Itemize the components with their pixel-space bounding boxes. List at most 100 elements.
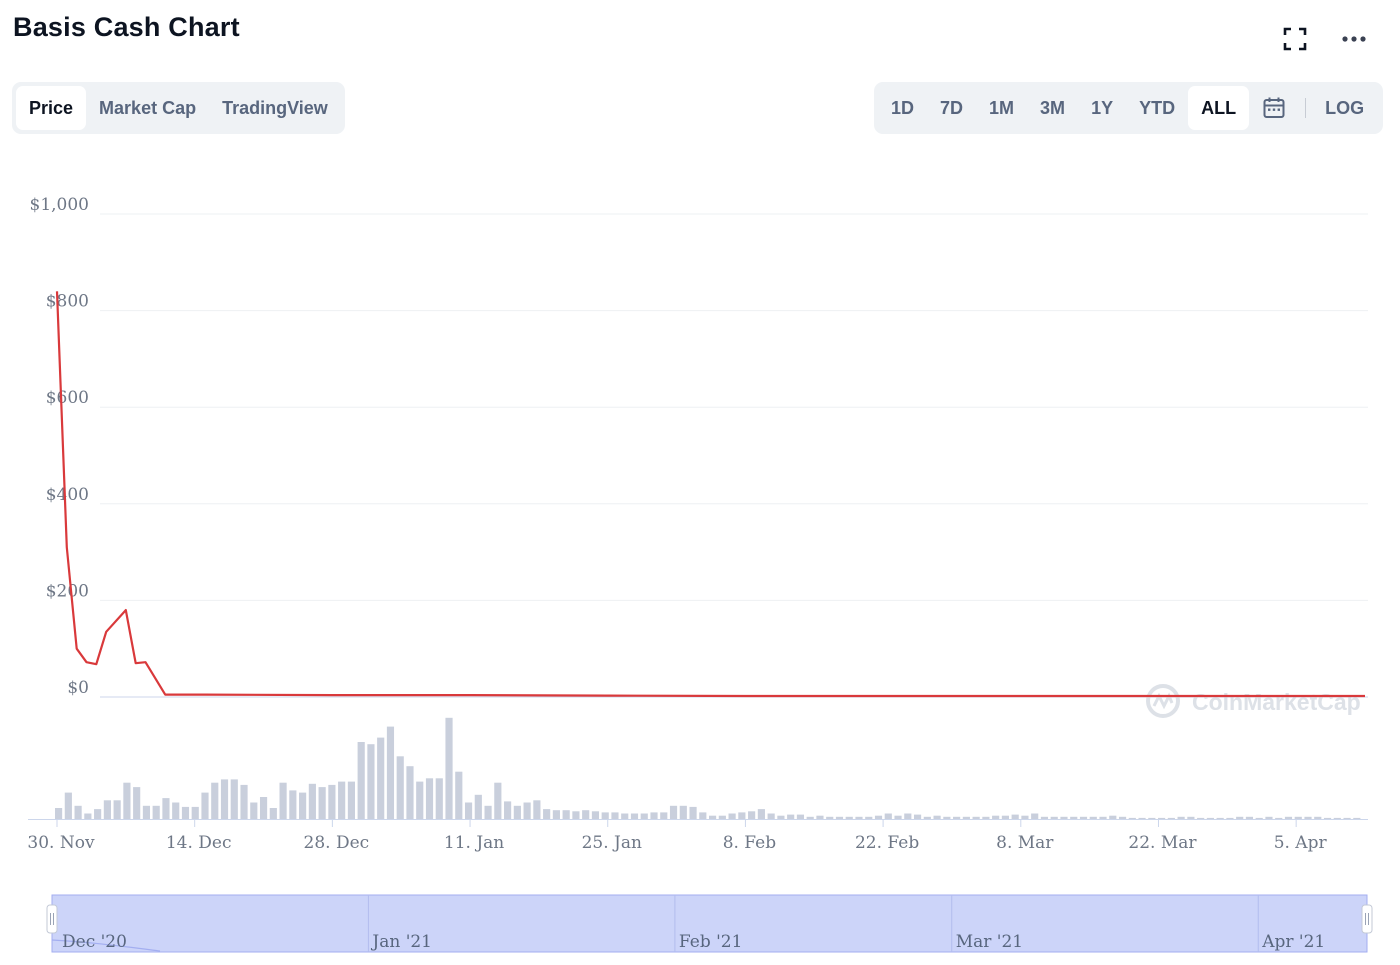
volume-bar xyxy=(1001,815,1009,819)
volume-bar xyxy=(699,812,707,819)
volume-bar xyxy=(474,794,482,819)
volume-bar xyxy=(103,800,111,819)
volume-bar xyxy=(240,784,248,819)
volume-bar xyxy=(152,805,160,819)
volume-bar xyxy=(64,792,72,819)
volume-bar xyxy=(1236,816,1244,819)
volume-bar xyxy=(425,778,434,819)
volume-bar xyxy=(806,816,814,819)
volume-bar xyxy=(357,742,365,819)
volume-bar xyxy=(123,782,131,819)
volume-bar xyxy=(133,787,141,819)
volume-bar xyxy=(445,717,453,819)
volume-bar xyxy=(855,816,863,819)
volume-bar xyxy=(259,797,268,819)
volume-bar xyxy=(972,816,980,819)
volume-bar xyxy=(591,811,600,819)
volume-bar xyxy=(1031,813,1039,819)
x-tick-label: 14. Dec xyxy=(166,833,232,853)
volume-bar xyxy=(523,802,531,819)
volume-bar xyxy=(1216,817,1224,819)
volume-bar xyxy=(396,756,404,819)
volume-bar xyxy=(1128,817,1136,819)
volume-bar xyxy=(621,813,629,819)
x-tick-label: 5. Apr xyxy=(1274,833,1328,853)
watermark-text: CoinMarketCap xyxy=(1192,689,1361,715)
volume-bar xyxy=(582,810,590,819)
volume-bar xyxy=(162,798,170,819)
volume-bar xyxy=(416,781,424,819)
x-tick-label: 22. Feb xyxy=(855,833,919,853)
volume-bar xyxy=(1070,816,1078,819)
volume-bar xyxy=(220,779,229,819)
y-tick-label: $200 xyxy=(46,581,89,601)
y-tick-label: $600 xyxy=(46,388,89,408)
volume-bar xyxy=(406,766,414,819)
volume-bar xyxy=(1265,816,1273,819)
volume-bar xyxy=(464,802,473,819)
navigator-handle-right[interactable] xyxy=(1361,904,1373,934)
volume-bar xyxy=(328,784,336,819)
volume-bar xyxy=(1158,817,1166,819)
volume-bar xyxy=(1089,816,1097,819)
volume-bar xyxy=(669,805,678,819)
volume-bar xyxy=(1060,816,1068,819)
y-tick-label: $800 xyxy=(46,292,89,312)
x-tick-label: 22. Mar xyxy=(1128,833,1197,853)
volume-bar xyxy=(757,809,765,819)
volume-bar xyxy=(1333,817,1341,819)
volume-bar xyxy=(113,800,121,819)
y-tick-label: $1,000 xyxy=(30,195,89,215)
volume-bar xyxy=(679,805,687,819)
volume-bar xyxy=(484,805,492,819)
volume-bar xyxy=(913,814,922,819)
volume-bar xyxy=(172,802,180,819)
volume-bar xyxy=(230,779,238,819)
volume-bar xyxy=(494,782,502,819)
volume-bar xyxy=(367,744,375,819)
volume-bar xyxy=(1079,816,1088,819)
volume-bar xyxy=(250,802,258,819)
volume-bar xyxy=(191,806,199,819)
volume-bar xyxy=(1021,815,1029,819)
volume-bar xyxy=(572,811,580,819)
navigator-handle-left[interactable] xyxy=(46,904,58,934)
navigator-label: Mar '21 xyxy=(956,932,1023,952)
volume-bar xyxy=(630,813,639,819)
volume-bar xyxy=(748,811,756,819)
volume-bar xyxy=(289,790,297,819)
x-tick-label: 8. Mar xyxy=(996,833,1054,853)
volume-bar xyxy=(835,816,844,819)
volume-bar xyxy=(299,792,307,819)
volume-bar xyxy=(709,815,717,819)
volume-bar xyxy=(1284,816,1293,819)
volume-bar xyxy=(767,813,775,819)
coinmarketcap-watermark: CoinMarketCap xyxy=(1146,684,1361,718)
volume-bar xyxy=(796,814,805,819)
volume-bar xyxy=(962,816,970,819)
volume-bar xyxy=(211,782,219,819)
volume-bar xyxy=(533,800,541,819)
volume-bar xyxy=(142,805,151,819)
volume-bar xyxy=(386,726,395,819)
price-line xyxy=(55,291,1365,698)
volume-bar xyxy=(318,787,326,819)
volume-bar xyxy=(1148,817,1156,819)
volume-bar xyxy=(718,815,726,819)
volume-bar xyxy=(308,783,316,819)
x-tick-label: 8. Feb xyxy=(723,833,777,853)
volume-bar xyxy=(787,814,795,819)
y-tick-label: $400 xyxy=(46,485,89,505)
navigator-label: Jan '21 xyxy=(370,932,432,952)
volume-bar xyxy=(543,809,551,819)
volume-bar xyxy=(552,810,560,819)
volume-bar xyxy=(982,816,990,819)
volume-bar xyxy=(347,781,355,819)
volume-bar xyxy=(611,812,619,819)
volume-bar xyxy=(513,805,521,819)
volume-bar xyxy=(1187,816,1195,819)
volume-bar xyxy=(504,801,512,819)
x-tick-label: 11. Jan xyxy=(444,833,504,853)
volume-bar xyxy=(738,812,746,819)
volume-bar xyxy=(660,812,668,819)
